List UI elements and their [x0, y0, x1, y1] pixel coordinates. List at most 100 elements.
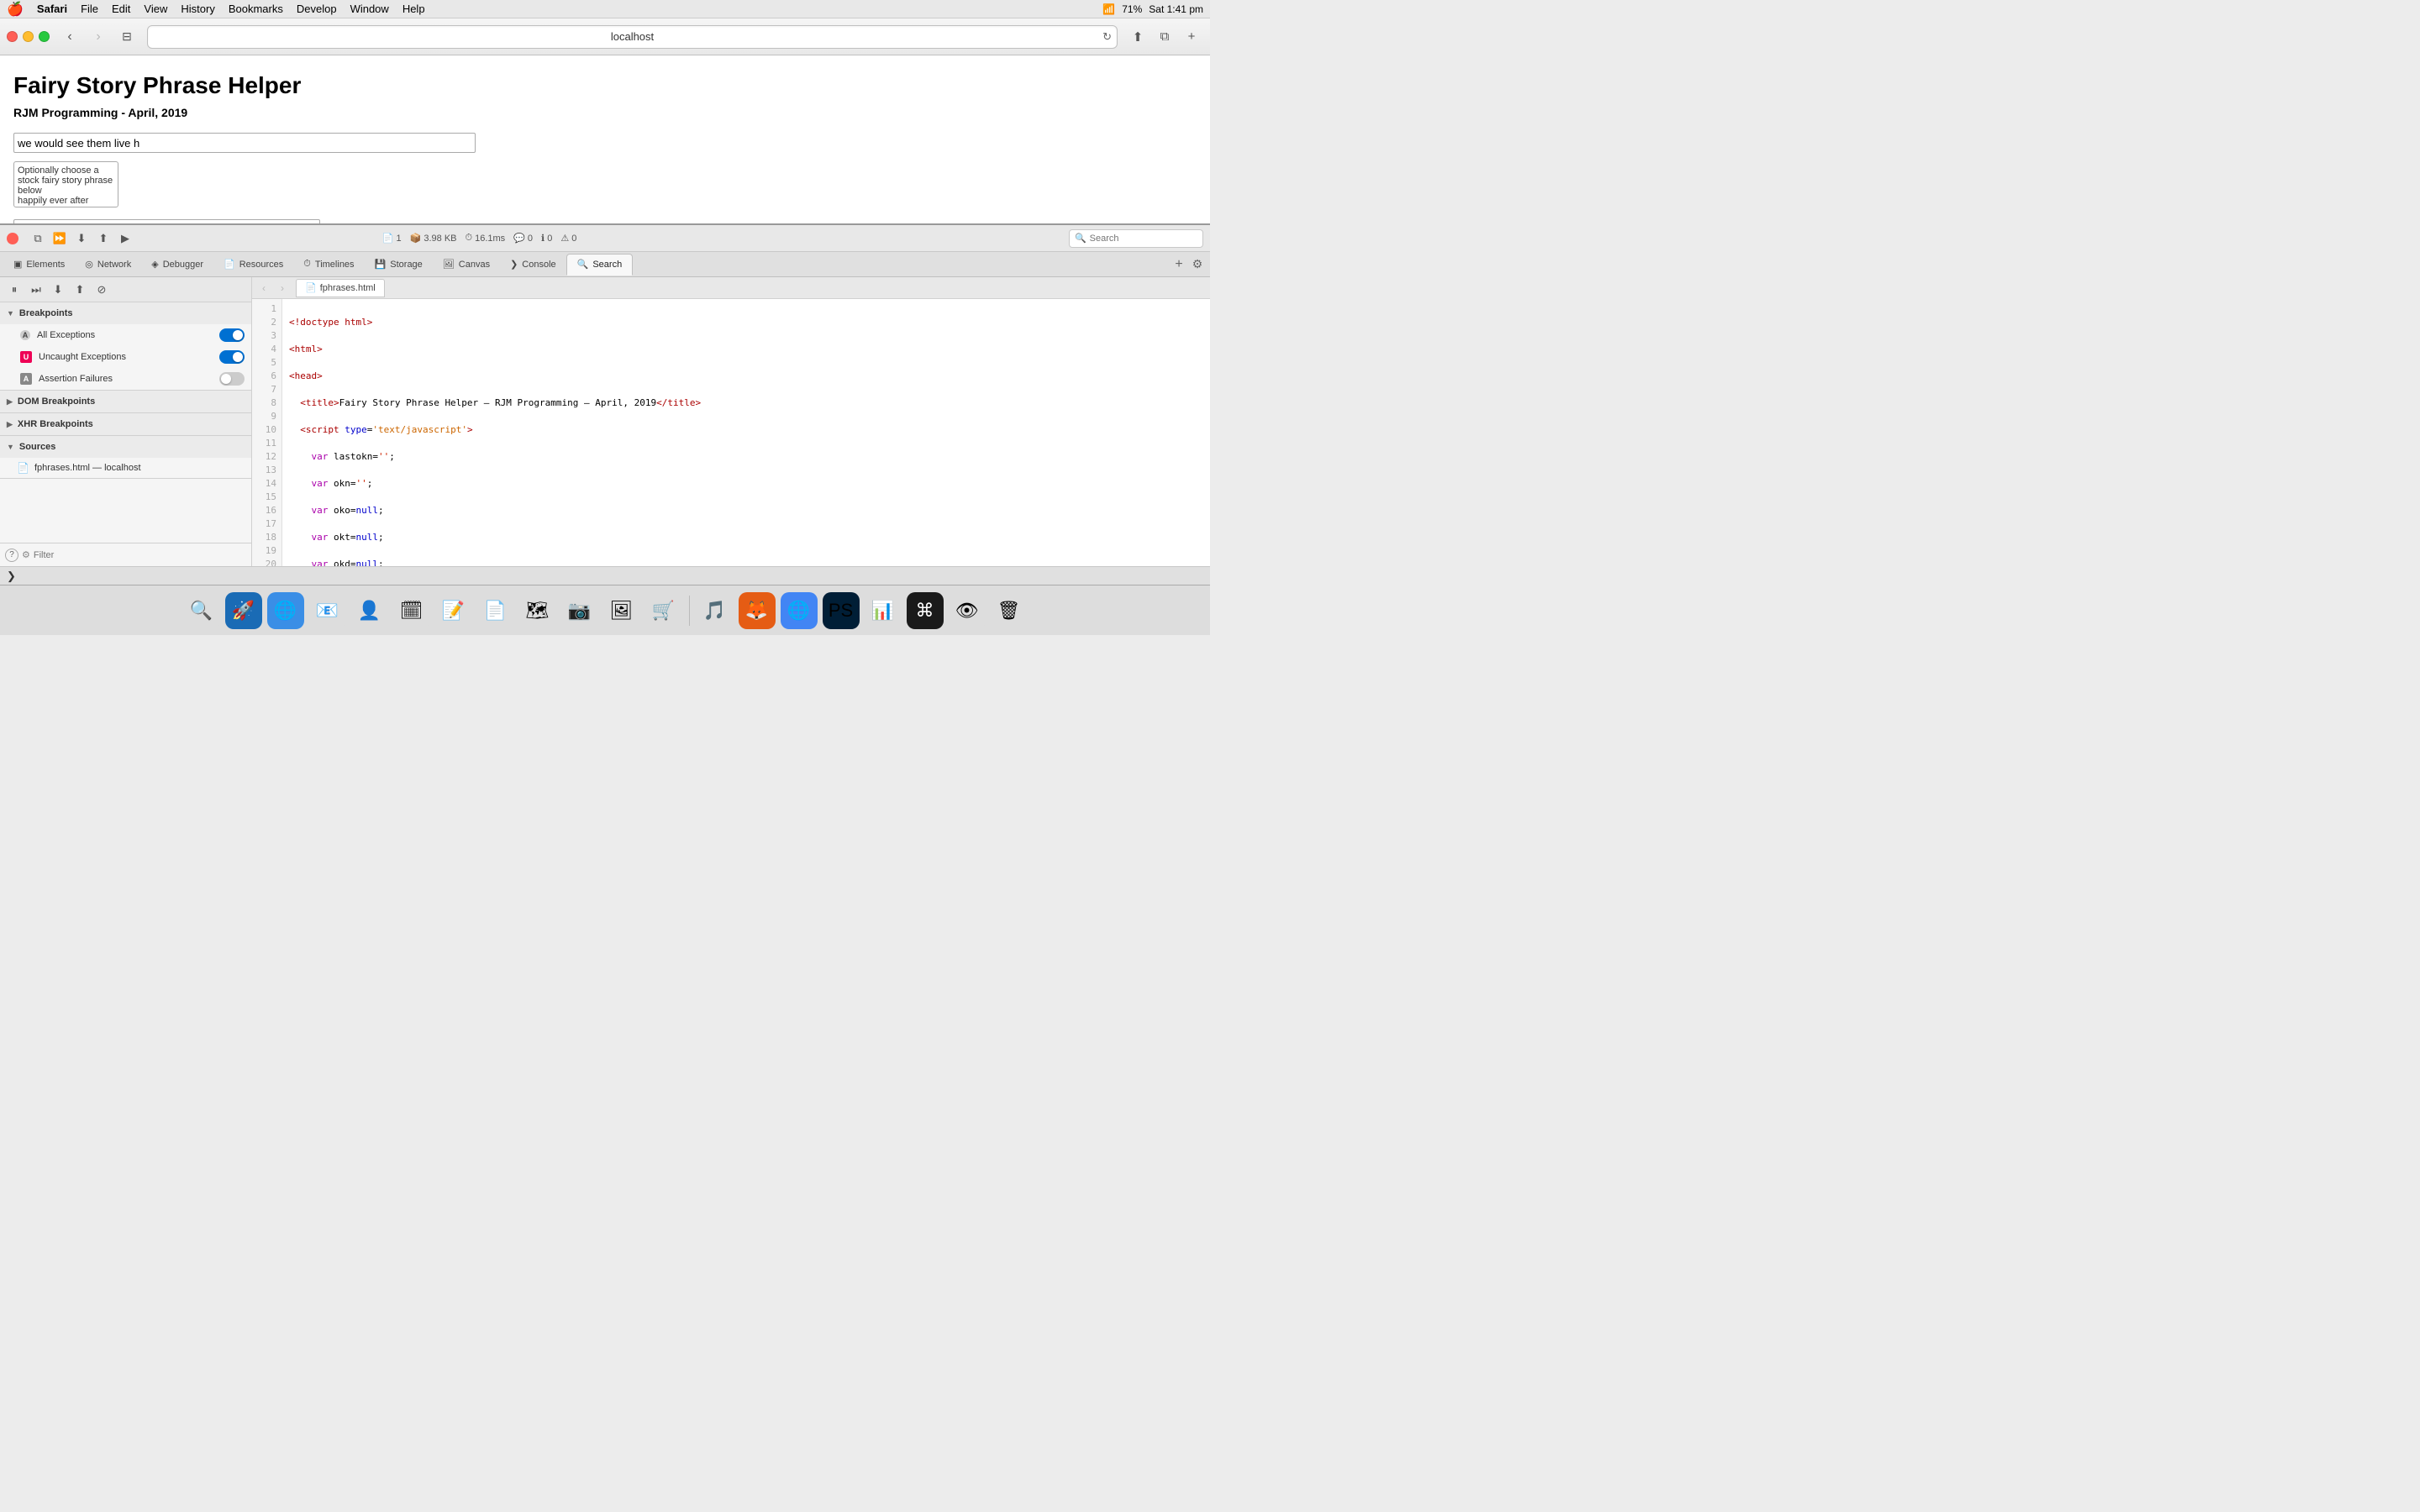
step-in-button[interactable]: ⬇	[72, 229, 91, 248]
tab-storage[interactable]: 💾 Storage	[365, 254, 433, 276]
step-out-button[interactable]: ⬆	[94, 229, 113, 248]
tab-search[interactable]: 🔍 Search	[566, 254, 634, 276]
detach-button[interactable]: ⧉	[29, 229, 47, 248]
all-exceptions-toggle[interactable]	[219, 328, 245, 342]
maximize-button[interactable]	[39, 31, 50, 42]
dock-item-activity[interactable]: 📊	[865, 592, 902, 629]
menu-file[interactable]: File	[81, 3, 98, 15]
assertion-failures-toggle[interactable]	[219, 372, 245, 386]
dock-item-finder[interactable]: 🔍	[183, 592, 220, 629]
dock-item-chrome[interactable]: 🌐	[781, 592, 818, 629]
sources-header[interactable]: ▼ Sources	[0, 436, 251, 458]
close-button[interactable]	[7, 31, 18, 42]
dock-item-firefox[interactable]: 🦊	[739, 592, 776, 629]
devtools-body: ⏸ ⏭ ⬇ ⬆ ⊘ ▼ Breakpoints A All Exceptions	[0, 277, 1210, 566]
resources-stat: 📄 1	[382, 233, 402, 244]
tab-canvas[interactable]: 🖼 Canvas	[433, 254, 500, 276]
breakpoints-up-button[interactable]: ⬆	[71, 281, 89, 299]
tab-resources[interactable]: 📄 Resources	[213, 254, 293, 276]
refresh-button[interactable]: ↻	[1102, 30, 1112, 44]
code-editor: ‹ › 📄 fphrases.html 12345 678910 1112131…	[252, 277, 1210, 566]
filter-input[interactable]	[34, 550, 246, 560]
resources-count: 1	[397, 234, 402, 244]
dock-item-safari[interactable]: 🌐	[267, 592, 304, 629]
sources-file-item[interactable]: 📄 fphrases.html — localhost	[0, 458, 251, 478]
devtools-search-input[interactable]	[1090, 234, 1197, 244]
dock-item-notes[interactable]: 📄	[477, 592, 514, 629]
dock-item-reminders[interactable]: 📝	[435, 592, 472, 629]
add-tab-button[interactable]: +	[1170, 255, 1188, 274]
apple-menu[interactable]: 🍎	[7, 1, 24, 18]
timelines-tab-icon: ⏱	[303, 259, 311, 270]
dock-item-trash[interactable]: 🗑	[991, 592, 1028, 629]
breakpoints-step-button[interactable]: ⏭	[27, 281, 45, 299]
dock-item-calendar[interactable]: 🗓	[393, 592, 430, 629]
tab-console[interactable]: ❯ Console	[500, 254, 566, 276]
uncaught-exceptions-item[interactable]: U Uncaught Exceptions	[0, 346, 251, 368]
menu-edit[interactable]: Edit	[112, 3, 130, 15]
code-nav-forward[interactable]: ›	[274, 280, 291, 297]
dock-item-itunes[interactable]: 🎵	[697, 592, 734, 629]
minimize-button[interactable]	[23, 31, 34, 42]
dock-item-maps[interactable]: 🗺	[519, 592, 556, 629]
continue-button[interactable]: ▶	[116, 229, 134, 248]
filter-help-button[interactable]: ?	[5, 549, 18, 562]
address-bar[interactable]: localhost ↻	[147, 25, 1118, 49]
output-textarea[interactable]: once upon a time there was a beautiful p…	[13, 219, 320, 223]
menu-help[interactable]: Help	[402, 3, 425, 15]
xhr-breakpoints-header[interactable]: ▶ XHR Breakpoints	[0, 413, 251, 435]
tab-network[interactable]: ◎ Network	[75, 254, 141, 276]
devtools-settings-button[interactable]: ⚙	[1188, 255, 1207, 274]
menu-view[interactable]: View	[144, 3, 167, 15]
dock-item-mail[interactable]: 📧	[309, 592, 346, 629]
devtools-controls: ⧉ ⏩ ⬇ ⬆ ▶	[29, 229, 134, 248]
menu-safari[interactable]: Safari	[37, 3, 67, 15]
tab-timelines[interactable]: ⏱ Timelines	[293, 254, 364, 276]
dock-item-contacts[interactable]: 👤	[351, 592, 388, 629]
tab-elements[interactable]: ▣ Elements	[3, 254, 75, 276]
forward-button[interactable]: ›	[87, 25, 110, 49]
tabs-button[interactable]: ⧉	[1153, 25, 1176, 49]
step-over-button[interactable]: ⏩	[50, 229, 69, 248]
breakpoints-down-button[interactable]: ⬇	[49, 281, 67, 299]
back-button[interactable]: ‹	[58, 25, 82, 49]
breakpoints-deactivate-button[interactable]: ⊘	[92, 281, 111, 299]
menu-develop[interactable]: Develop	[297, 3, 337, 15]
clock: Sat 1:41 pm	[1149, 3, 1203, 15]
dock-item-photos[interactable]: 📷	[561, 592, 598, 629]
new-tab-button[interactable]: +	[1180, 25, 1203, 49]
dock-item-terminal[interactable]: ⌘	[907, 592, 944, 629]
breakpoints-header[interactable]: ▼ Breakpoints	[0, 302, 251, 324]
uncaught-exceptions-toggle[interactable]	[219, 350, 245, 364]
dom-breakpoints-section: ▶ DOM Breakpoints	[0, 391, 251, 413]
devtools-search-box[interactable]: 🔍	[1069, 229, 1203, 248]
dock-item-preview[interactable]: 👁	[949, 592, 986, 629]
code-nav-back[interactable]: ‹	[255, 280, 272, 297]
console-input[interactable]	[21, 571, 1203, 581]
assertion-failures-item[interactable]: A Assertion Failures	[0, 368, 251, 390]
breakpoints-pause-button[interactable]: ⏸	[5, 281, 24, 299]
phrase-dropdown[interactable]: Optionally choose a stock fairy story ph…	[13, 161, 118, 207]
dock-item-appstore[interactable]: 🛒	[645, 592, 682, 629]
search-tab-icon: 🔍	[577, 259, 589, 270]
code-tab-fphrases[interactable]: 📄 fphrases.html	[296, 279, 385, 297]
dock-item-photoshop[interactable]: PS	[823, 592, 860, 629]
menu-bookmarks[interactable]: Bookmarks	[229, 3, 283, 15]
dom-breakpoints-header[interactable]: ▶ DOM Breakpoints	[0, 391, 251, 412]
menu-window[interactable]: Window	[350, 3, 389, 15]
dock-item-launchpad[interactable]: 🚀	[225, 592, 262, 629]
code-body[interactable]: 12345 678910 1112131415 1617181920 21222…	[252, 299, 1210, 566]
all-exceptions-item[interactable]: A All Exceptions	[0, 324, 251, 346]
dom-breakpoints-label: DOM Breakpoints	[18, 396, 95, 407]
tab-debugger[interactable]: ◈ Debugger	[141, 254, 213, 276]
dom-breakpoints-chevron: ▶	[7, 397, 13, 407]
file-icon: 📄	[17, 462, 29, 474]
sidebar-toggle-button[interactable]: ⊟	[115, 25, 139, 49]
devtools-close-button[interactable]	[7, 233, 18, 244]
dock-item-iphoto[interactable]: 🖼	[603, 592, 640, 629]
menu-history[interactable]: History	[181, 3, 214, 15]
code-line-8: var oko=null;	[289, 504, 1210, 517]
dock: 🔍 🚀 🌐 📧 👤 🗓 📝 📄 🗺 📷 🖼 🛒 🎵 🦊 🌐 PS 📊 ⌘ 👁 🗑	[0, 585, 1210, 635]
phrase-input[interactable]	[13, 133, 476, 153]
share-button[interactable]: ⬆	[1126, 25, 1150, 49]
